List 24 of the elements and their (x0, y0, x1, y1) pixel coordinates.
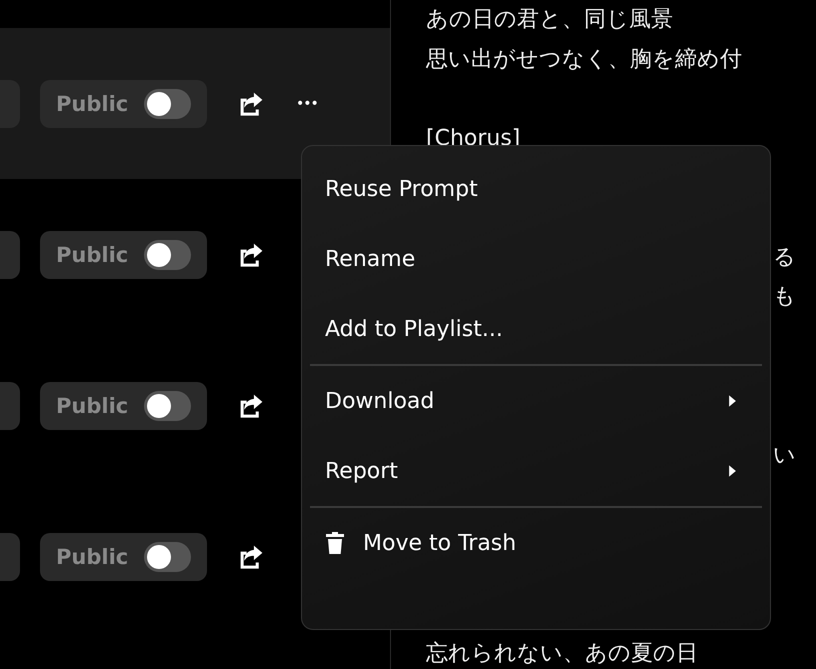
public-toggle[interactable] (144, 390, 191, 420)
caret-icon (728, 394, 737, 408)
menu-item[interactable]: Add to Playlist... (310, 294, 762, 364)
public-toggle[interactable] (144, 88, 191, 118)
public-toggle[interactable] (144, 240, 191, 270)
lyric-line: あの日の君と、同じ風景 (426, 6, 674, 34)
menu-item[interactable]: Move to Trash (363, 530, 516, 556)
visibility-label: Public (56, 92, 128, 116)
lyric-fragment: も (773, 284, 796, 310)
menu-item[interactable]: Rename (310, 224, 762, 294)
menu-item[interactable]: Report (325, 458, 398, 484)
trash-icon (325, 531, 345, 555)
menu-item[interactable]: Download (325, 388, 434, 414)
visibility-label: Public (56, 242, 128, 266)
lyric-fragment: る (773, 244, 796, 270)
visibility-label: Public (56, 544, 128, 568)
public-toggle[interactable] (144, 542, 191, 572)
lyric-line: 思い出がせつなく、胸を締め付 (426, 46, 743, 74)
lyric-line: 忘れられない、あの夏の日 (426, 640, 699, 668)
visibility-label: Public (56, 394, 128, 418)
caret-icon (728, 464, 737, 478)
more-button[interactable]: ••• (296, 96, 318, 112)
lyric-fragment: い (773, 442, 796, 468)
menu-item[interactable]: Reuse Prompt (310, 154, 762, 224)
